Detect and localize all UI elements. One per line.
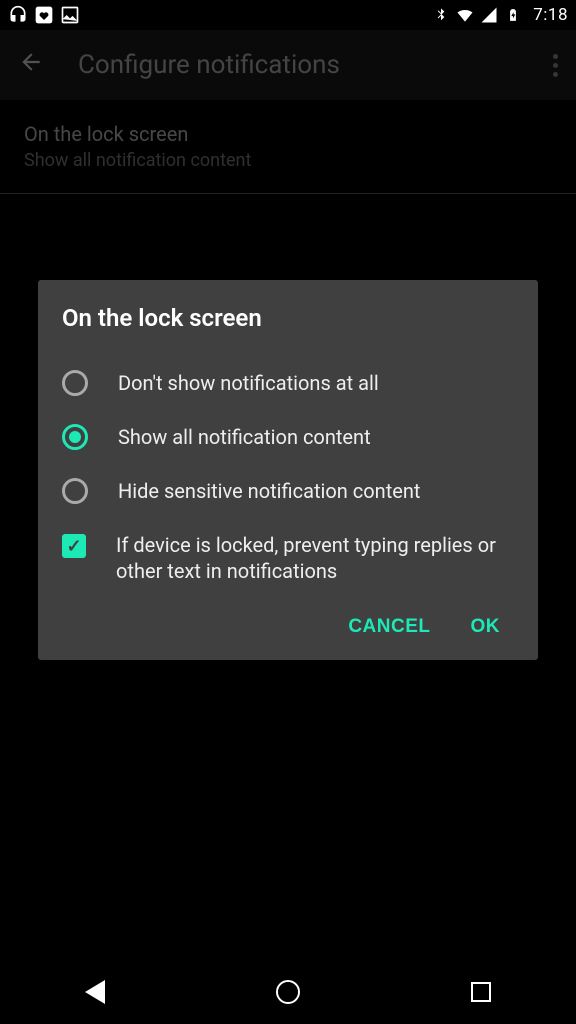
ok-button[interactable]: OK	[471, 616, 501, 638]
radio-icon	[62, 478, 88, 504]
checkbox-checked-icon: ✓	[62, 534, 86, 558]
option-label: If device is locked, prevent typing repl…	[116, 532, 514, 584]
option-dont-show[interactable]: Don't show notifications at all	[62, 356, 514, 410]
lock-screen-dialog: On the lock screen Don't show notificati…	[38, 280, 538, 660]
radio-icon	[62, 370, 88, 396]
option-prevent-typing[interactable]: ✓ If device is locked, prevent typing re…	[62, 518, 514, 598]
nav-home-icon[interactable]	[276, 980, 300, 1004]
option-show-all[interactable]: Show all notification content	[62, 410, 514, 464]
nav-back-icon[interactable]	[85, 980, 105, 1004]
option-label: Show all notification content	[118, 424, 371, 450]
nav-recent-icon[interactable]	[471, 982, 491, 1002]
dialog-title: On the lock screen	[62, 304, 514, 332]
navigation-bar	[0, 960, 576, 1024]
option-label: Don't show notifications at all	[118, 370, 379, 396]
option-label: Hide sensitive notification content	[118, 478, 420, 504]
radio-selected-icon	[62, 424, 88, 450]
cancel-button[interactable]: CANCEL	[348, 616, 430, 638]
dialog-actions: CANCEL OK	[62, 598, 514, 648]
dialog-scrim: On the lock screen Don't show notificati…	[0, 0, 576, 1024]
option-hide-sensitive[interactable]: Hide sensitive notification content	[62, 464, 514, 518]
